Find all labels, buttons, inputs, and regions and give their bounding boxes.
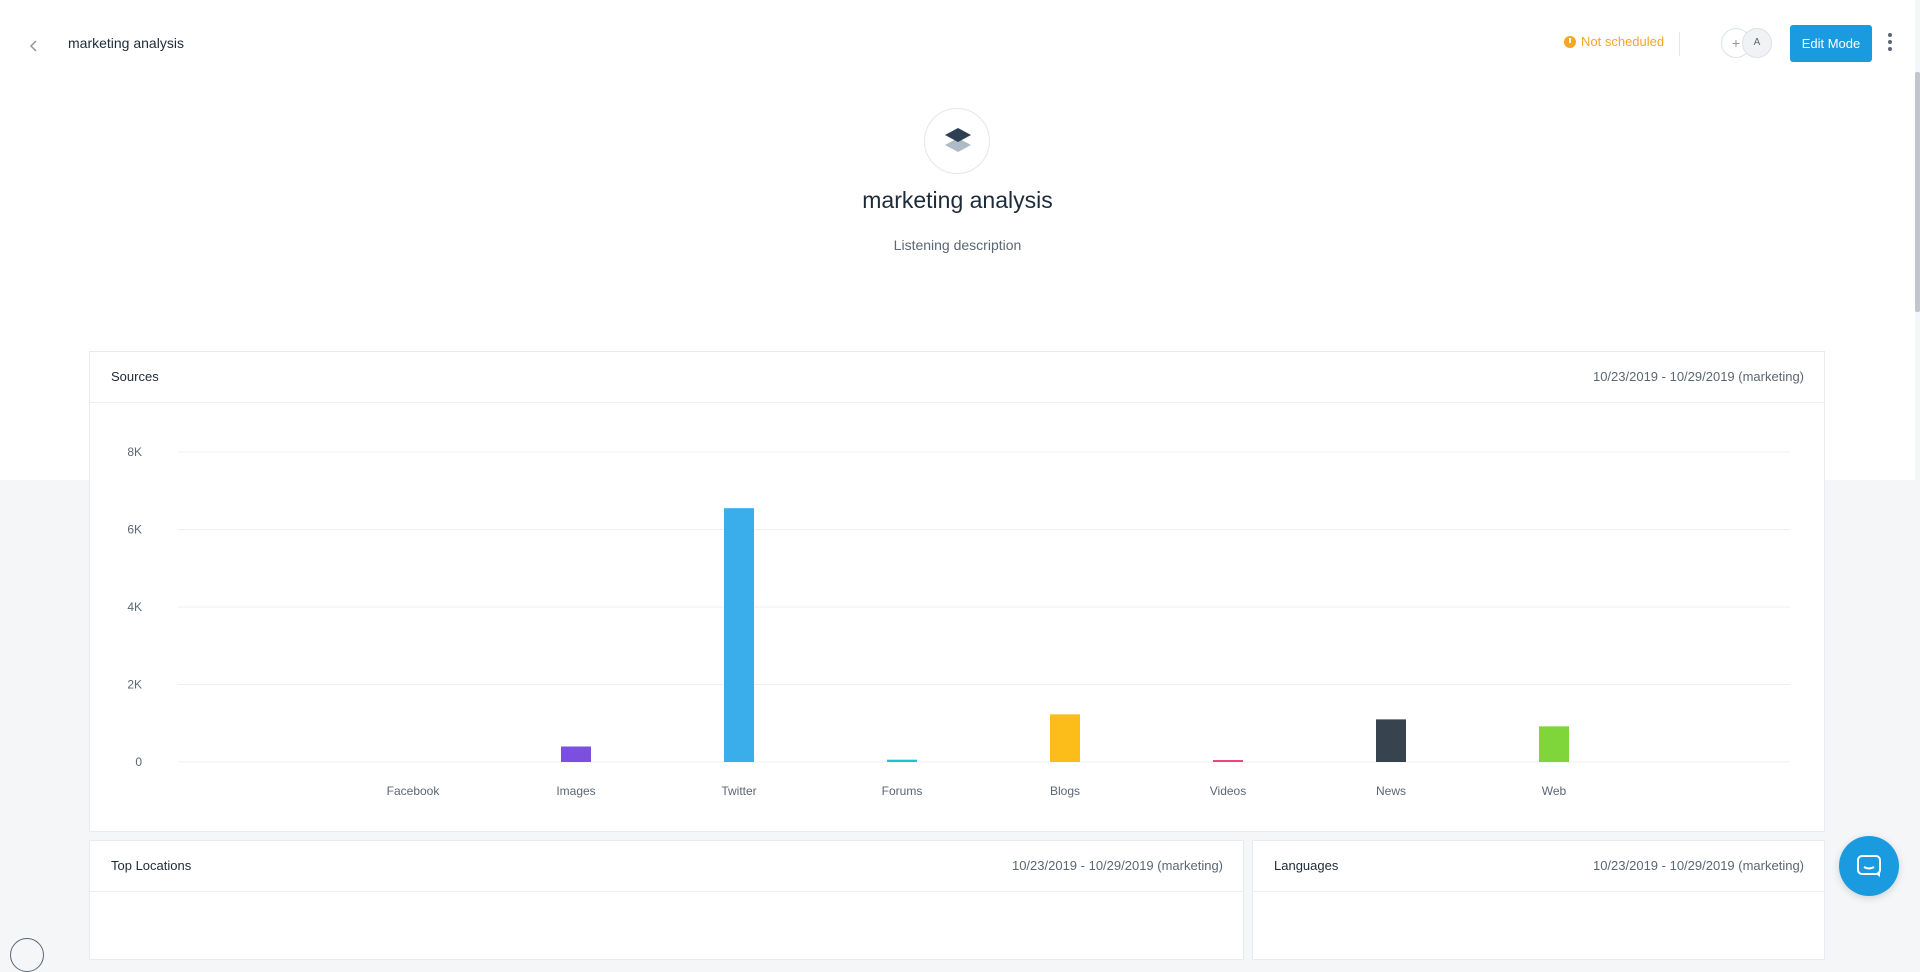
chat-launcher-button[interactable] (1839, 836, 1899, 896)
status-label: Not scheduled (1581, 34, 1665, 49)
x-category-label: News (1376, 784, 1406, 798)
bar-blogs[interactable] (1050, 714, 1080, 762)
help-icon[interactable] (10, 938, 44, 972)
schedule-status[interactable]: Not scheduled (1564, 34, 1664, 49)
chat-icon (1857, 855, 1881, 877)
sources-card-header: Sources 10/23/2019 - 10/29/2019 (marketi… (90, 352, 1824, 403)
x-category-label: Images (556, 784, 595, 798)
sources-title: Sources (111, 369, 159, 384)
languages-title: Languages (1274, 858, 1339, 873)
y-tick-label: 4K (127, 600, 142, 614)
bar-twitter[interactable] (724, 508, 754, 762)
page-title: marketing analysis (68, 35, 184, 51)
sources-card: Sources 10/23/2019 - 10/29/2019 (marketi… (89, 351, 1825, 832)
project-title: marketing analysis (862, 187, 1053, 213)
languages-date-range[interactable]: 10/23/2019 - 10/29/2019 (marketing) (1593, 858, 1804, 873)
x-category-label: Blogs (1050, 784, 1080, 798)
x-category-label: Twitter (721, 784, 756, 798)
project-icon (924, 108, 990, 174)
y-tick-label: 2K (127, 678, 142, 692)
bar-images[interactable] (561, 746, 591, 763)
clock-icon (1564, 35, 1576, 48)
x-category-label: Facebook (387, 784, 441, 798)
x-category-label: Forums (882, 784, 923, 798)
y-tick-label: 8K (127, 445, 142, 459)
avatar[interactable]: A (1742, 28, 1772, 58)
top-locations-card: Top Locations 10/23/2019 - 10/29/2019 (m… (89, 840, 1244, 960)
bar-videos[interactable] (1213, 760, 1243, 762)
top-locations-date-range[interactable]: 10/23/2019 - 10/29/2019 (marketing) (1012, 858, 1223, 873)
sources-bar-chart: 0 2K 4K 6K 8K Facebook Images Twitter Forums Blog… (127, 445, 1790, 798)
chevron-left-icon[interactable] (24, 36, 44, 56)
project-description: Listening description (893, 237, 1022, 253)
top-locations-title: Top Locations (111, 858, 192, 873)
languages-card: Languages 10/23/2019 - 10/29/2019 (marke… (1252, 840, 1825, 960)
x-category-label: Videos (1210, 784, 1246, 798)
vertical-dots-icon[interactable] (1885, 30, 1895, 56)
bar-web[interactable] (1539, 726, 1569, 762)
y-tick-label: 0 (135, 755, 142, 769)
languages-card-header: Languages 10/23/2019 - 10/29/2019 (marke… (1253, 841, 1824, 892)
x-category-label: Web (1542, 784, 1567, 798)
y-tick-label: 6K (127, 523, 142, 537)
scrollbar-thumb[interactable] (1915, 72, 1920, 312)
sources-date-range[interactable]: 10/23/2019 - 10/29/2019 (marketing) (1593, 369, 1804, 384)
top-locations-card-header: Top Locations 10/23/2019 - 10/29/2019 (m… (90, 841, 1243, 892)
layers-icon (945, 128, 971, 152)
bar-news[interactable] (1376, 719, 1406, 762)
edit-mode-button[interactable]: Edit Mode (1790, 25, 1872, 62)
bar-forums[interactable] (887, 759, 917, 762)
header-divider (1679, 32, 1680, 56)
